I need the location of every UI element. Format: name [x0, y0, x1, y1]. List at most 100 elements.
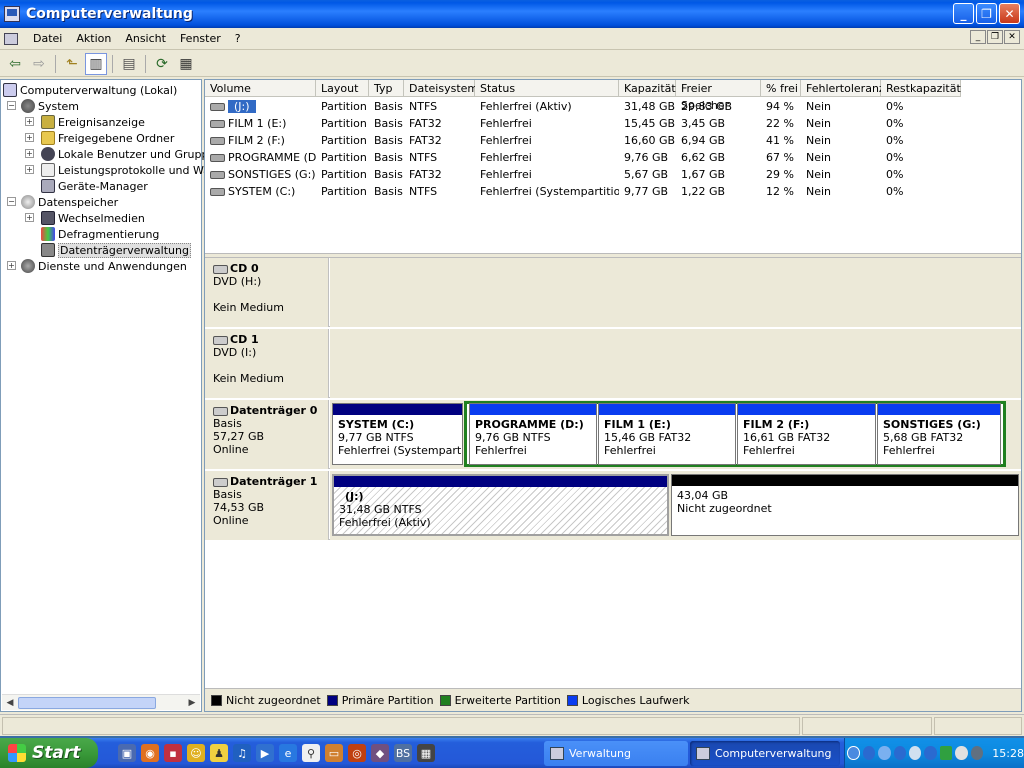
network-icon[interactable]	[878, 746, 891, 760]
table-cell[interactable]: 6,94 GB	[676, 132, 761, 149]
ie-icon[interactable]: e	[279, 744, 297, 762]
table-cell[interactable]: Nein	[801, 183, 881, 200]
table-cell[interactable]: 29 %	[761, 166, 801, 183]
table-cell[interactable]: 12 %	[761, 183, 801, 200]
table-cell[interactable]: 0%	[881, 98, 961, 115]
disk-row-0[interactable]: Datenträger 0 Basis 57,27 GB Online SYST…	[205, 400, 1021, 469]
tree-storage[interactable]: Datenspeicher	[21, 194, 118, 210]
col-restkapazitaet[interactable]: Restkapazität	[881, 80, 961, 97]
show-tree-icon[interactable]: ▥	[85, 52, 107, 75]
table-cell[interactable]: Basis	[369, 115, 404, 132]
partition-film2-f[interactable]: FILM 2 (F:) 16,61 GB FAT32 Fehlerfrei	[737, 403, 876, 465]
expand-toggle[interactable]: +	[25, 149, 34, 158]
table-cell[interactable]: Fehlerfrei (Systempartition)	[475, 183, 619, 200]
tree-services[interactable]: Dienste und Anwendungen	[21, 258, 187, 274]
table-cell[interactable]: Basis	[369, 149, 404, 166]
col-volume[interactable]: Volume	[205, 80, 316, 97]
table-cell[interactable]: FAT32	[404, 115, 475, 132]
table-cell[interactable]: 94 %	[761, 98, 801, 115]
clock[interactable]: 15:28	[992, 747, 1024, 760]
scroll-left-icon[interactable]: ◀	[2, 695, 18, 711]
table-cell[interactable]: Basis	[369, 132, 404, 149]
speaker-icon[interactable]	[955, 746, 968, 760]
network-icon[interactable]	[924, 746, 937, 760]
expand-toggle[interactable]: +	[25, 117, 34, 126]
table-cell[interactable]: Partition	[316, 115, 369, 132]
table-cell[interactable]: Partition	[316, 149, 369, 166]
table-cell[interactable]: Partition	[316, 183, 369, 200]
table-cell[interactable]: 16,60 GB	[619, 132, 676, 149]
scroll-right-icon[interactable]: ▶	[184, 695, 200, 711]
expand-toggle[interactable]: +	[25, 165, 34, 174]
child-close-button[interactable]: ✕	[1004, 30, 1020, 44]
properties-icon[interactable]: ▤	[118, 53, 140, 75]
table-cell[interactable]: Basis	[369, 166, 404, 183]
volume-name-cell[interactable]: PROGRAMME (D:)	[205, 149, 316, 166]
col-dateisystem[interactable]: Dateisystem	[404, 80, 478, 97]
table-cell[interactable]: Basis	[369, 183, 404, 200]
tree-root[interactable]: Computerverwaltung (Lokal)	[3, 82, 177, 98]
tree-horizontal-scrollbar[interactable]: ◀ ▶	[2, 694, 200, 710]
disk-row-1[interactable]: Datenträger 1 Basis 74,53 GB Online (J:)…	[205, 471, 1021, 540]
table-cell[interactable]: 31,48 GB	[619, 98, 676, 115]
col-fehlertoleranz[interactable]: Fehlertoleranz	[801, 80, 885, 97]
partition-film1-e[interactable]: FILM 1 (E:) 15,46 GB FAT32 Fehlerfrei	[598, 403, 736, 465]
media-icon[interactable]: ♫	[233, 744, 251, 762]
expand-toggle[interactable]: +	[25, 133, 34, 142]
firefox-icon[interactable]: ◉	[141, 744, 159, 762]
table-cell[interactable]: 0%	[881, 166, 961, 183]
table-cell[interactable]: 0%	[881, 183, 961, 200]
table-cell[interactable]: Nein	[801, 132, 881, 149]
collapse-toggle[interactable]: −	[7, 101, 16, 110]
partition-j[interactable]: (J:) 31,48 GB NTFS Fehlerfrei (Aktiv)	[332, 474, 669, 536]
menu-help[interactable]: ?	[228, 32, 248, 45]
table-cell[interactable]: Nein	[801, 115, 881, 132]
unallocated-space[interactable]: 43,04 GB Nicht zugeordnet	[671, 474, 1019, 536]
table-cell[interactable]: 3,45 GB	[676, 115, 761, 132]
forward-arrow-icon[interactable]: ⇨	[28, 53, 50, 75]
table-cell[interactable]: Fehlerfrei	[475, 115, 619, 132]
table-cell[interactable]: Fehlerfrei	[475, 132, 619, 149]
table-cell[interactable]: 1,22 GB	[676, 183, 761, 200]
volume-name-cell[interactable]: SYSTEM (C:)	[205, 183, 316, 200]
table-cell[interactable]: 0%	[881, 149, 961, 166]
table-cell[interactable]: 67 %	[761, 149, 801, 166]
menu-ansicht[interactable]: Ansicht	[118, 32, 173, 45]
table-cell[interactable]: NTFS	[404, 149, 475, 166]
disk-row-cd0[interactable]: CD 0 DVD (H:) Kein Medium	[205, 258, 1021, 327]
table-cell[interactable]: 9,77 GB	[619, 183, 676, 200]
table-cell[interactable]: Nein	[801, 149, 881, 166]
table-cell[interactable]: 41 %	[761, 132, 801, 149]
table-cell[interactable]: Partition	[316, 132, 369, 149]
table-cell[interactable]: Basis	[369, 98, 404, 115]
table-cell[interactable]: 0%	[881, 132, 961, 149]
play-icon[interactable]: ▶	[256, 744, 274, 762]
network-icon[interactable]	[862, 746, 876, 760]
collapse-toggle[interactable]: −	[7, 197, 16, 206]
tree-device-manager[interactable]: Geräte-Manager	[41, 178, 148, 194]
expand-toggle[interactable]: +	[7, 261, 16, 270]
scroll-thumb[interactable]	[18, 697, 156, 709]
tree-event-viewer[interactable]: Ereignisanzeige	[41, 114, 145, 130]
task-computerverwaltung[interactable]: Computerverwaltung	[690, 741, 840, 766]
volume-name-cell[interactable]: (J:)	[205, 98, 316, 115]
film-icon[interactable]: ▦	[417, 744, 435, 762]
table-cell[interactable]: 1,67 GB	[676, 166, 761, 183]
table-cell[interactable]: NTFS	[404, 183, 475, 200]
app-icon[interactable]: ◆	[371, 744, 389, 762]
col-freier-speicher[interactable]: Freier Speicher	[676, 80, 761, 112]
back-arrow-icon[interactable]: ⇦	[4, 53, 26, 75]
table-cell[interactable]: Partition	[316, 98, 369, 115]
table-cell[interactable]: 22 %	[761, 115, 801, 132]
menu-datei[interactable]: Datei	[26, 32, 69, 45]
col-kapazitaet[interactable]: Kapazität	[619, 80, 676, 97]
tree-system[interactable]: System	[21, 98, 79, 114]
table-cell[interactable]: 6,62 GB	[676, 149, 761, 166]
table-cell[interactable]: 29,83 GB	[676, 98, 761, 115]
expand-tray-icon[interactable]	[847, 746, 860, 760]
child-minimize-button[interactable]: _	[970, 30, 986, 44]
table-cell[interactable]: NTFS	[404, 98, 475, 115]
search-icon[interactable]: ⚲	[302, 744, 320, 762]
child-restore-button[interactable]: ❐	[987, 30, 1003, 44]
table-cell[interactable]: Nein	[801, 166, 881, 183]
